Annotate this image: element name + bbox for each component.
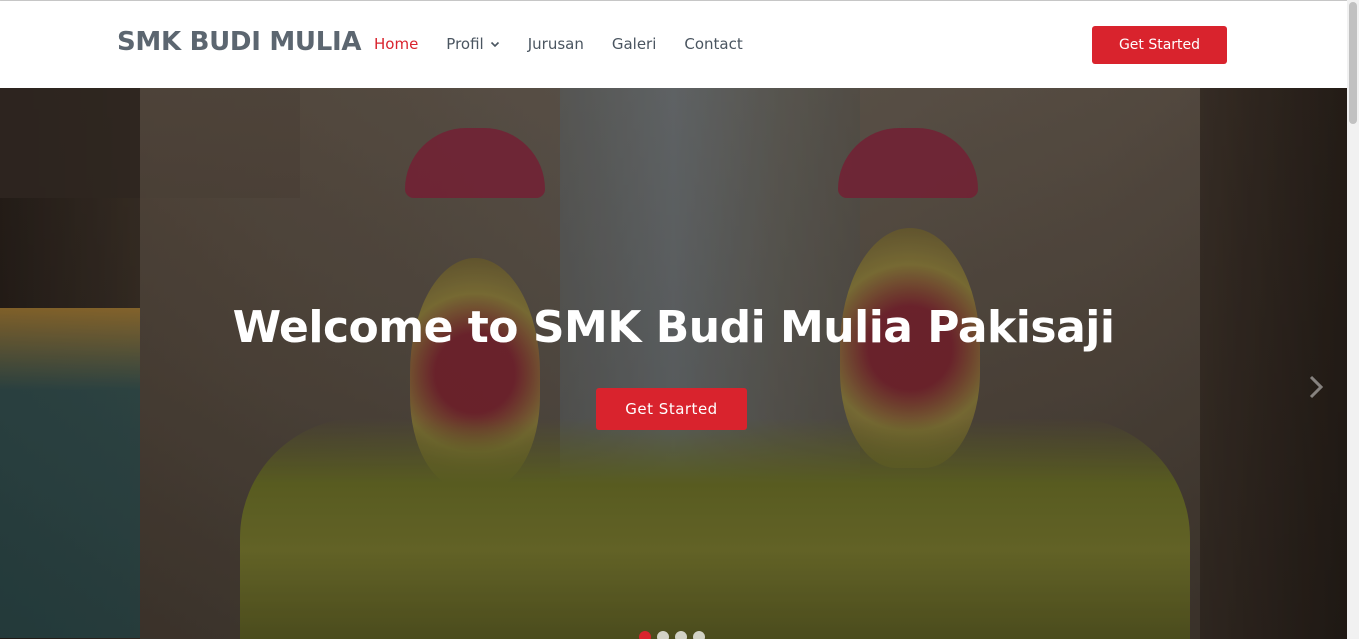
site-header: SMK BUDI MULIA Home Profil Jurusan Galer… — [0, 1, 1347, 88]
hero-overlay — [0, 88, 1347, 639]
hero-title: Welcome to SMK Budi Mulia Pakisaji — [232, 302, 1115, 353]
nav-item-label: Home — [374, 35, 419, 53]
carousel-indicator-2[interactable] — [657, 631, 669, 639]
nav-item-profil[interactable]: Profil — [446, 35, 499, 53]
carousel-indicators — [639, 631, 705, 639]
nav-item-home[interactable]: Home — [374, 35, 418, 53]
hero-get-started-button[interactable]: Get Started — [596, 388, 747, 430]
nav-item-label: Profil — [446, 35, 484, 53]
hero-carousel: Welcome to SMK Budi Mulia Pakisaji Get S… — [0, 88, 1347, 639]
chevron-down-icon — [490, 41, 499, 48]
nav-item-label: Galeri — [611, 35, 657, 53]
carousel-indicator-1[interactable] — [639, 631, 651, 639]
nav-item-label: Contact — [684, 35, 743, 53]
nav-item-label: Jurusan — [527, 35, 584, 53]
chevron-right-icon — [1309, 375, 1324, 399]
carousel-next-button[interactable] — [1296, 364, 1336, 410]
nav-item-contact[interactable]: Contact — [684, 35, 742, 53]
get-started-button[interactable]: Get Started — [1092, 26, 1227, 64]
page-scrollbar-thumb[interactable] — [1349, 2, 1357, 124]
nav-item-galeri[interactable]: Galeri — [612, 35, 657, 53]
nav-item-jurusan[interactable]: Jurusan — [528, 35, 584, 53]
site-logo[interactable]: SMK BUDI MULIA — [117, 27, 361, 57]
carousel-indicator-4[interactable] — [693, 631, 705, 639]
main-nav: Home Profil Jurusan Galeri Contact — [374, 35, 771, 53]
carousel-indicator-3[interactable] — [675, 631, 687, 639]
